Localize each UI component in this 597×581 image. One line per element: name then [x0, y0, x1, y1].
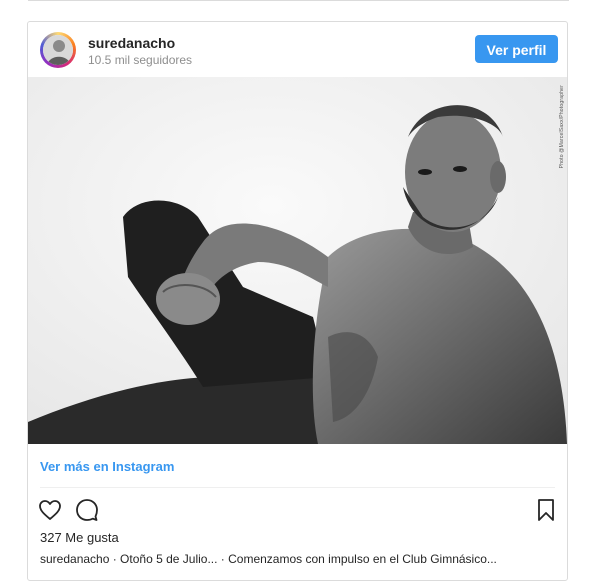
post-header: suredanacho 10.5 mil seguidores Ver perf…	[28, 22, 567, 77]
actions-divider	[40, 487, 555, 488]
top-divider	[28, 0, 569, 1]
avatar[interactable]	[40, 32, 76, 68]
username[interactable]: suredanacho	[88, 35, 175, 51]
follower-count: 10.5 mil seguidores	[88, 53, 193, 67]
instagram-embed-card: suredanacho 10.5 mil seguidores Ver perf…	[27, 21, 568, 581]
heart-icon[interactable]	[38, 498, 62, 522]
view-more-link[interactable]: Ver más en Instagram	[40, 459, 174, 474]
like-count[interactable]: 327 Me gusta	[40, 530, 119, 545]
post-caption: suredanacho · Otoño 5 de Julio... · Come…	[40, 552, 497, 566]
photo-credit: Photo @MarcelSaxx/Photographer	[559, 85, 565, 169]
view-profile-button[interactable]: Ver perfil	[475, 35, 558, 63]
comment-icon[interactable]	[75, 498, 99, 522]
avatar-image	[43, 35, 73, 65]
post-photo[interactable]: Photo @MarcelSaxx/Photographer	[28, 77, 567, 444]
bookmark-icon[interactable]	[534, 498, 558, 522]
post-photo-illustration	[28, 77, 567, 444]
